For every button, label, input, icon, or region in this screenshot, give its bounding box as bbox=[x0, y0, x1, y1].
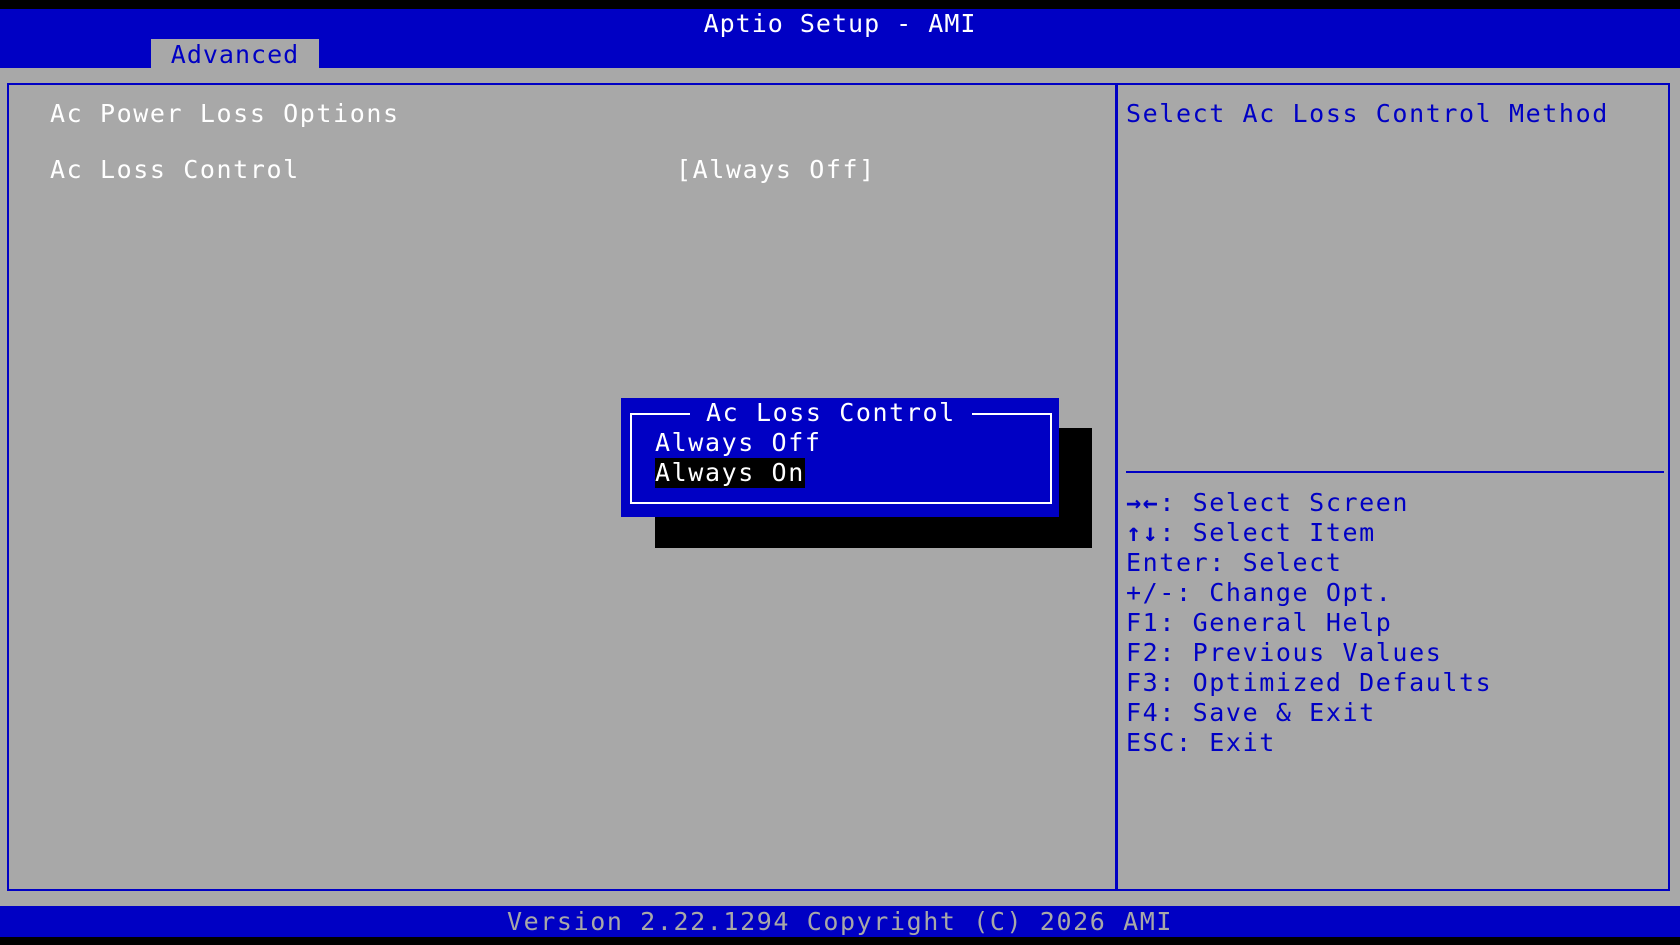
key-legend-item: F4: Save & Exit bbox=[1126, 698, 1376, 727]
popup-option-always-off[interactable]: Always Off bbox=[655, 428, 822, 458]
key-legend-item: →←: Select Screen bbox=[1126, 488, 1410, 517]
setting-value[interactable]: [Always Off] bbox=[676, 155, 876, 185]
setting-row-ac-loss-control[interactable]: Ac Loss Control [Always Off] bbox=[50, 155, 1090, 185]
key-legend-item: +/-: Change Opt. bbox=[1126, 578, 1393, 607]
popup-option-always-on[interactable]: Always On bbox=[655, 458, 805, 488]
key-legend-item: F1: General Help bbox=[1126, 608, 1393, 637]
key-legend-item: ESC: Exit bbox=[1126, 728, 1276, 757]
key-legend-item: Enter: Select bbox=[1126, 548, 1343, 577]
tab-advanced[interactable]: Advanced bbox=[151, 39, 319, 69]
setting-label: Ac Loss Control bbox=[50, 155, 300, 184]
version-text: Version 2.22.1294 Copyright (C) 2026 AMI bbox=[506, 907, 1174, 936]
help-description: Select Ac Loss Control Method bbox=[1126, 99, 1609, 128]
panel-divider bbox=[1115, 83, 1118, 891]
key-legend-item: F3: Optimized Defaults bbox=[1126, 668, 1493, 697]
key-legend-item: ↑↓: Select Item bbox=[1126, 518, 1376, 547]
popup-title: Ac Loss Control bbox=[690, 398, 972, 428]
window-title: Aptio Setup - AMI bbox=[703, 9, 977, 38]
left-right-arrows-icon: →← bbox=[1126, 488, 1160, 517]
up-down-arrows-icon: ↑↓ bbox=[1126, 518, 1160, 547]
key-legend-item: F2: Previous Values bbox=[1126, 638, 1443, 667]
key-legend: →←: Select Screen ↑↓: Select Item Enter:… bbox=[1126, 488, 1492, 758]
section-title: Ac Power Loss Options bbox=[50, 99, 400, 128]
help-separator bbox=[1126, 471, 1664, 473]
